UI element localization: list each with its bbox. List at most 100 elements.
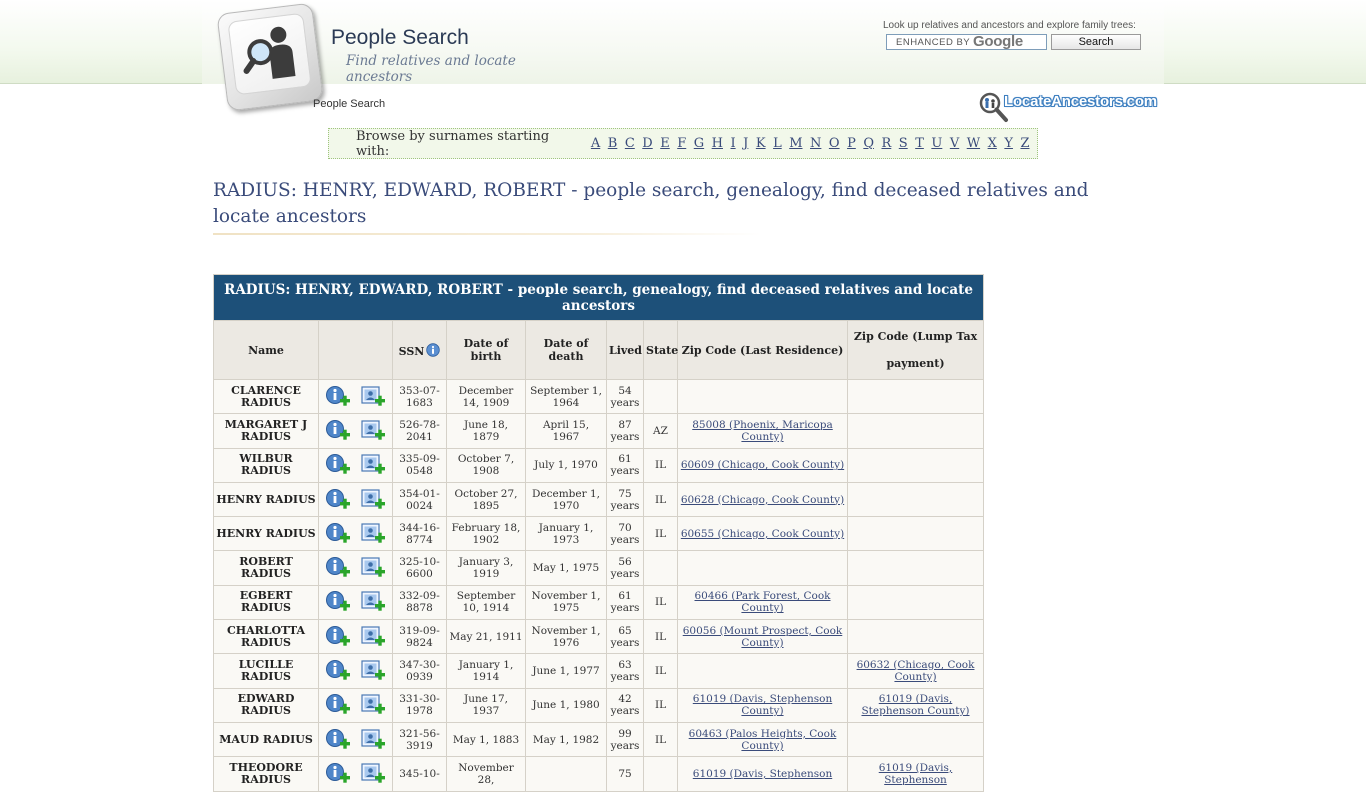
site-logo[interactable] — [216, 2, 324, 112]
alphabet-letter-e[interactable]: E — [660, 136, 670, 151]
dob-cell: May 21, 1911 — [446, 619, 526, 655]
alphabet-letter-l[interactable]: L — [773, 136, 782, 151]
add-to-tree-icon[interactable] — [360, 453, 386, 477]
zip-last-link[interactable]: 85008 (Phoenix, Maricopa County) — [692, 419, 833, 443]
info-plus-icon[interactable] — [325, 625, 351, 649]
add-to-tree-icon[interactable] — [360, 556, 386, 580]
info-plus-icon[interactable] — [325, 762, 351, 786]
zip-last-cell — [677, 653, 848, 689]
state-cell: IL — [643, 584, 678, 621]
alphabet-letter-s[interactable]: S — [899, 136, 908, 151]
alphabet-letter-g[interactable]: G — [694, 136, 704, 151]
info-plus-icon[interactable] — [325, 693, 351, 717]
add-to-tree-icon[interactable] — [360, 385, 386, 409]
ssn-cell: 345-10- — [392, 756, 447, 792]
alphabet-letter-u[interactable]: U — [931, 136, 942, 151]
alphabet-letter-d[interactable]: D — [642, 136, 652, 151]
zip-last-link[interactable]: 60466 (Park Forest, Cook County) — [695, 590, 831, 614]
info-plus-icon[interactable] — [325, 419, 351, 443]
person-name: LUCILLE RADIUS — [213, 653, 319, 689]
state-cell: IL — [643, 516, 678, 552]
zip-last-link[interactable]: 60609 (Chicago, Cook County) — [681, 459, 844, 471]
lived-cell: 56 years — [606, 550, 644, 586]
alphabet-letter-n[interactable]: N — [810, 136, 821, 151]
add-to-tree-icon[interactable] — [360, 625, 386, 649]
alphabet-letter-c[interactable]: C — [625, 136, 635, 151]
row-actions — [318, 550, 393, 586]
info-plus-icon[interactable] — [325, 659, 351, 683]
dob-cell: February 18, 1902 — [446, 516, 526, 552]
col-header-lived: Lived — [606, 320, 644, 380]
dob-cell: January 1, 1914 — [446, 653, 526, 689]
alphabet-letter-o[interactable]: O — [829, 136, 840, 151]
info-plus-icon[interactable] — [325, 728, 351, 752]
alphabet-letter-f[interactable]: F — [677, 136, 686, 151]
zip-lump-cell — [846, 550, 985, 586]
alphabet-letter-x[interactable]: X — [988, 136, 997, 151]
alphabet-letter-r[interactable]: R — [881, 136, 891, 151]
alphabet-letter-p[interactable]: P — [847, 136, 856, 151]
zip-lump-link[interactable]: 61019 (Davis, Stephenson County) — [861, 693, 969, 717]
alphabet-letter-m[interactable]: M — [789, 136, 802, 151]
add-to-tree-icon[interactable] — [360, 762, 386, 786]
state-cell: IL — [643, 653, 678, 689]
info-plus-icon[interactable] — [325, 488, 351, 512]
zip-last-link[interactable]: 61019 (Davis, Stephenson County) — [693, 693, 832, 717]
alphabet-letter-z[interactable]: Z — [1020, 136, 1029, 151]
info-icon[interactable] — [426, 342, 441, 357]
table-row: EGBERT RADIUS 332-09-8878 September 10, 19… — [213, 584, 985, 621]
site-title[interactable]: People Search — [331, 26, 469, 50]
breadcrumb[interactable]: People Search — [313, 98, 385, 110]
add-to-tree-icon[interactable] — [360, 693, 386, 717]
table-row: EDWARD RADIUS 331-30-1978 June 17, 1937 Jun… — [213, 687, 985, 723]
add-to-tree-icon[interactable] — [360, 659, 386, 683]
lived-cell: 63 years — [606, 653, 644, 689]
col-header-zip-last: Zip Code (Last Residence) — [677, 320, 848, 380]
locate-ancestors-logo[interactable]: LocateAncestors.com — [978, 91, 1158, 125]
lived-cell: 61 years — [606, 447, 644, 483]
alphabet-letter-a[interactable]: A — [591, 136, 600, 151]
search-hint: Look up relatives and ancestors and expl… — [883, 20, 1136, 31]
zip-last-link[interactable]: 60655 (Chicago, Cook County) — [681, 528, 844, 540]
info-plus-icon[interactable] — [325, 522, 351, 546]
alphabet-letter-h[interactable]: H — [712, 136, 723, 151]
alphabet-letter-k[interactable]: K — [756, 136, 766, 151]
zip-last-link[interactable]: 61019 (Davis, Stephenson — [693, 768, 832, 780]
alphabet-letter-w[interactable]: W — [967, 136, 980, 151]
search-button[interactable]: Search — [1051, 34, 1141, 50]
zip-last-cell: 60655 (Chicago, Cook County) — [677, 516, 848, 552]
info-plus-icon[interactable] — [325, 385, 351, 409]
col-header-zip-lump: Zip Code (Lump Tax payment) — [846, 320, 985, 380]
alphabet-letter-q[interactable]: Q — [863, 136, 874, 151]
zip-last-cell — [677, 550, 848, 586]
google-search-input[interactable]: ENHANCED BY Google — [886, 33, 1047, 50]
alphabet-letter-t[interactable]: T — [915, 136, 924, 151]
table-row: MARGARET J RADIUS 526-78-2041 June 18, 187… — [213, 413, 985, 449]
alphabet-letter-i[interactable]: I — [730, 136, 735, 151]
add-to-tree-icon[interactable] — [360, 488, 386, 512]
table-row: ROBERT RADIUS 325-10-6600 January 3, 1919 M… — [213, 550, 985, 586]
ssn-cell: 353-07-1683 — [392, 378, 447, 415]
zip-lump-link[interactable]: 60632 (Chicago, Cook County) — [857, 659, 975, 683]
zip-lump-cell — [846, 481, 985, 518]
zip-last-link[interactable]: 60463 (Palos Heights, Cook County) — [689, 728, 837, 752]
alphabet-letter-b[interactable]: B — [608, 136, 618, 151]
zip-last-link[interactable]: 60056 (Mount Prospect, Cook County) — [683, 625, 843, 649]
info-plus-icon[interactable] — [325, 556, 351, 580]
alphabet-letter-v[interactable]: V — [950, 136, 959, 151]
zip-last-link[interactable]: 60628 (Chicago, Cook County) — [681, 494, 844, 506]
add-to-tree-icon[interactable] — [360, 419, 386, 443]
table-row: LUCILLE RADIUS 347-30-0939 January 1, 1914… — [213, 653, 985, 689]
alphabet-letter-j[interactable]: J — [743, 136, 748, 151]
alphabet-letter-y[interactable]: Y — [1004, 136, 1013, 151]
info-plus-icon[interactable] — [325, 590, 351, 614]
table-row: CHARLOTTA RADIUS 319-09-9824 May 21, 1911 N… — [213, 619, 985, 655]
add-to-tree-icon[interactable] — [360, 728, 386, 752]
zip-lump-link[interactable]: 61019 (Davis, Stephenson — [879, 762, 953, 786]
dob-cell: June 17, 1937 — [446, 687, 526, 723]
info-plus-icon[interactable] — [325, 453, 351, 477]
ssn-cell: 526-78-2041 — [392, 413, 447, 449]
add-to-tree-icon[interactable] — [360, 590, 386, 614]
dod-cell: May 1, 1975 — [525, 550, 607, 586]
add-to-tree-icon[interactable] — [360, 522, 386, 546]
